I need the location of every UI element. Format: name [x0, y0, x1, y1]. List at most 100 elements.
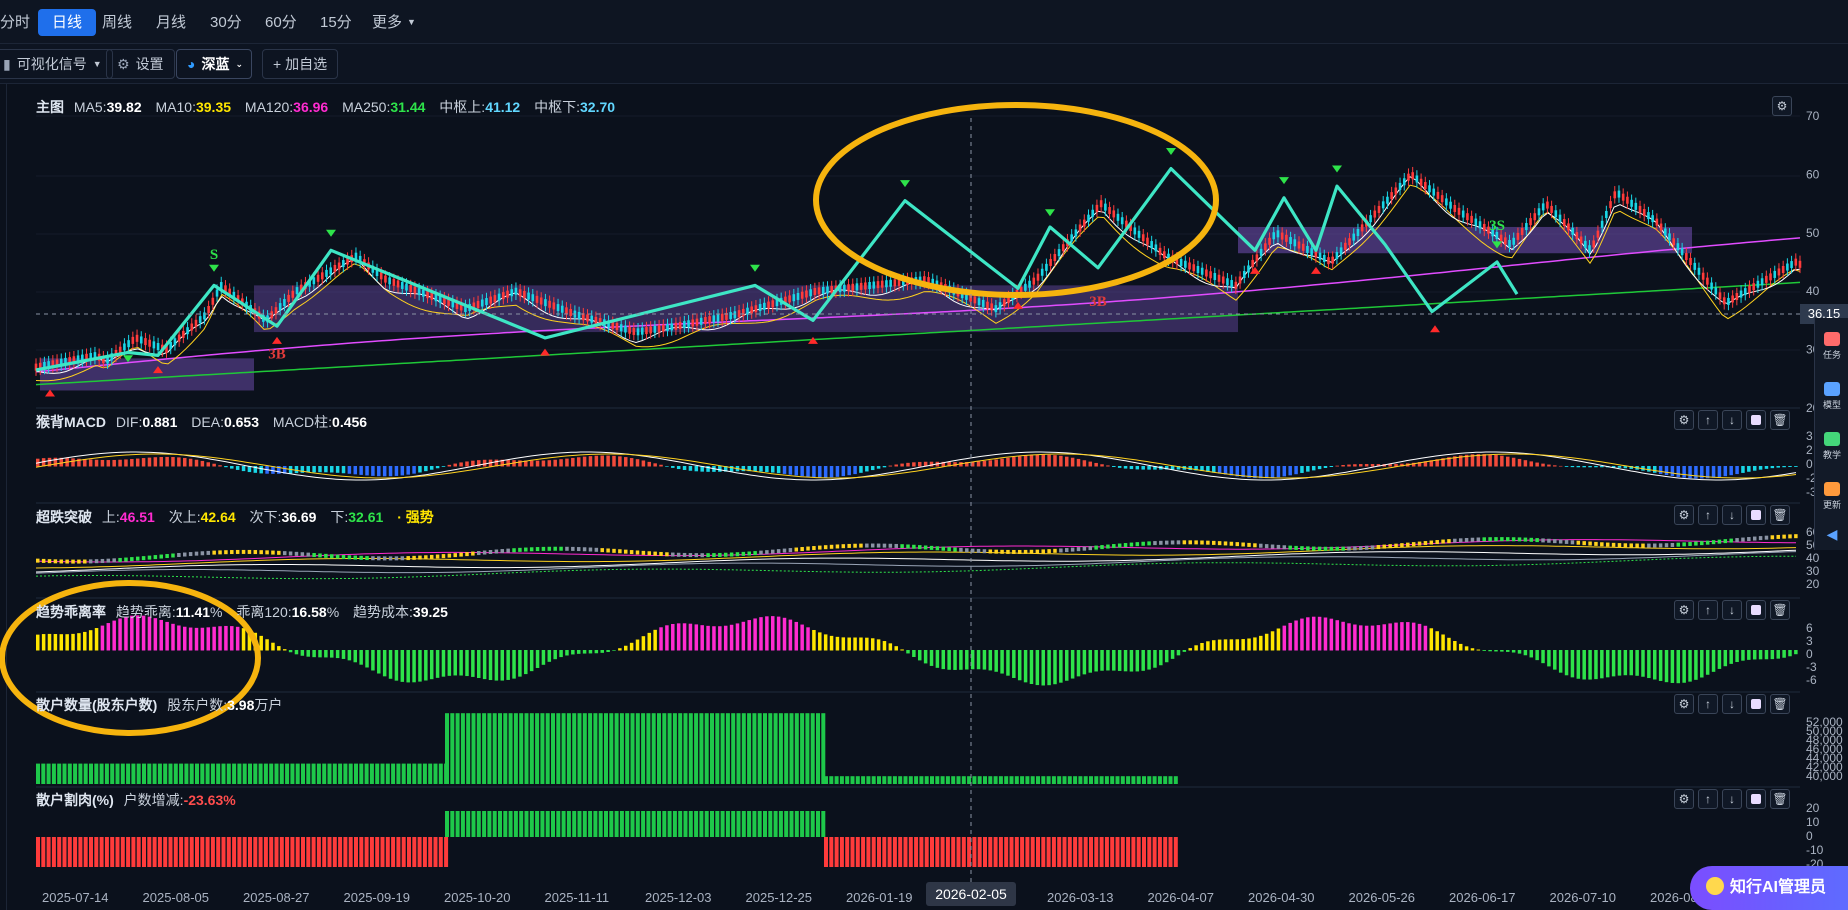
panel-settings-button[interactable]: ⚙ — [1674, 789, 1694, 809]
panel-color-button[interactable] — [1746, 410, 1766, 430]
candle-body — [1482, 223, 1486, 231]
breakout-bar — [224, 550, 228, 555]
candle-body — [329, 267, 333, 275]
breakout-bar — [253, 550, 258, 555]
holders-bar — [73, 763, 78, 784]
harvest-bar — [290, 837, 295, 867]
candle-body — [1592, 240, 1596, 248]
harvest-bar — [582, 811, 587, 837]
macd-bar — [759, 466, 763, 472]
panel-color-button[interactable] — [1746, 789, 1766, 809]
dock-model[interactable]: 模型 — [1815, 382, 1848, 411]
panel-settings-button[interactable]: ⚙ — [1674, 694, 1694, 714]
delete-panel-button[interactable]: 🗑 — [1770, 505, 1790, 525]
harvest-bar — [945, 837, 950, 867]
harvest-bar — [476, 811, 481, 837]
candle-body — [413, 286, 417, 294]
move-down-button[interactable]: ↓ — [1722, 694, 1742, 714]
ai-assistant-button[interactable]: 知行AI管理员 — [1690, 866, 1848, 910]
delete-panel-button[interactable]: 🗑 — [1770, 410, 1790, 430]
deviation-bar — [1359, 625, 1363, 651]
candle-body — [653, 325, 657, 333]
panel-settings-button[interactable]: ⚙ — [1674, 505, 1694, 525]
deviation-bar — [300, 650, 305, 656]
holders-bar — [1094, 776, 1099, 784]
holders-bar — [205, 763, 210, 784]
candle-body — [291, 290, 295, 298]
macd-bar — [94, 459, 99, 467]
deviation-bar — [853, 637, 857, 651]
breakout-bar — [823, 545, 828, 550]
macd-bar — [1735, 466, 1739, 475]
breakout-bar — [1241, 542, 1245, 547]
breakout-bar — [706, 553, 710, 558]
breakout-bar — [382, 556, 387, 561]
move-down-button[interactable]: ↓ — [1722, 789, 1742, 809]
candle-body — [750, 306, 754, 314]
breakout-tick-label: 20 — [1806, 577, 1820, 591]
macd-bar — [729, 466, 734, 472]
candle-body — [1255, 254, 1259, 262]
candle-body — [1668, 233, 1671, 241]
breakout-bar — [247, 549, 252, 554]
panel-color-button[interactable] — [1746, 505, 1766, 525]
delete-panel-button[interactable]: 🗑 — [1770, 600, 1790, 620]
deviation-bar — [1635, 650, 1639, 676]
macd-bar — [718, 466, 722, 472]
panel-settings-button[interactable]: ⚙ — [1674, 600, 1694, 620]
deviation-bar — [459, 650, 463, 676]
move-down-button[interactable]: ↓ — [1722, 505, 1742, 525]
delete-panel-button[interactable]: 🗑 — [1770, 789, 1790, 809]
deviation-bar — [1088, 650, 1093, 673]
upper-readout: 上:46.51 — [101, 509, 155, 525]
candle-body — [1697, 267, 1701, 275]
stock-chart[interactable]: S3B3B3S 706050403020320-2-36050403020630… — [0, 0, 1848, 910]
harvest-bar — [1115, 837, 1120, 867]
delete-panel-button[interactable]: 🗑 — [1770, 694, 1790, 714]
panel-settings-button[interactable]: ⚙ — [1674, 410, 1694, 430]
panel-color-button[interactable] — [1746, 694, 1766, 714]
breakout-bar — [1170, 540, 1175, 545]
candle-body — [1091, 209, 1095, 217]
breakout-bar — [1200, 540, 1204, 545]
deviation-bar — [1164, 650, 1169, 663]
breakout-bar — [1411, 542, 1416, 547]
deviation-title: 趋势乖离率 — [36, 604, 106, 620]
move-down-button[interactable]: ↓ — [1722, 410, 1742, 430]
candle-body — [1769, 273, 1772, 281]
panel-settings-button[interactable]: ⚙ — [1772, 96, 1792, 116]
harvest-bar — [951, 837, 956, 867]
move-up-button[interactable]: ↑ — [1698, 694, 1718, 714]
deviation-bar — [1553, 650, 1557, 670]
candle-body — [1773, 270, 1777, 278]
move-up-button[interactable]: ↑ — [1698, 600, 1718, 620]
candle-body — [1680, 248, 1684, 256]
harvest-bar — [683, 811, 688, 837]
panel-color-button[interactable] — [1746, 600, 1766, 620]
candle-body — [1335, 252, 1339, 260]
holders-bar — [1115, 776, 1120, 784]
macd-bar — [1494, 454, 1498, 467]
move-up-button[interactable]: ↑ — [1698, 410, 1718, 430]
macd-bar — [218, 465, 222, 467]
dock-update[interactable]: 更新 — [1815, 482, 1848, 511]
dock-task[interactable]: 任务 — [1815, 332, 1848, 361]
collapse-dock-icon[interactable]: ◀ — [1815, 526, 1848, 543]
move-down-button[interactable]: ↓ — [1722, 600, 1742, 620]
move-up-button[interactable]: ↑ — [1698, 789, 1718, 809]
deviation-bar — [1223, 639, 1228, 651]
macd-bar — [324, 466, 328, 473]
move-up-button[interactable]: ↑ — [1698, 505, 1718, 525]
macd-bar — [1794, 466, 1798, 467]
harvest-bar — [529, 811, 534, 837]
breakout-bar — [1294, 545, 1298, 550]
harvest-bar — [189, 837, 194, 867]
candle-body — [1217, 274, 1221, 282]
breakout-legend: 超跌突破 上:46.51 次上:42.64 次下:36.69 下:32.61 ·… — [36, 507, 434, 527]
harvest-bar — [258, 837, 263, 867]
dock-teaching[interactable]: 教学 — [1815, 432, 1848, 461]
deviation-bar — [1447, 637, 1451, 651]
harvest-bar — [678, 811, 683, 837]
macd-bar — [1359, 464, 1363, 467]
deviation-bar — [600, 650, 604, 653]
